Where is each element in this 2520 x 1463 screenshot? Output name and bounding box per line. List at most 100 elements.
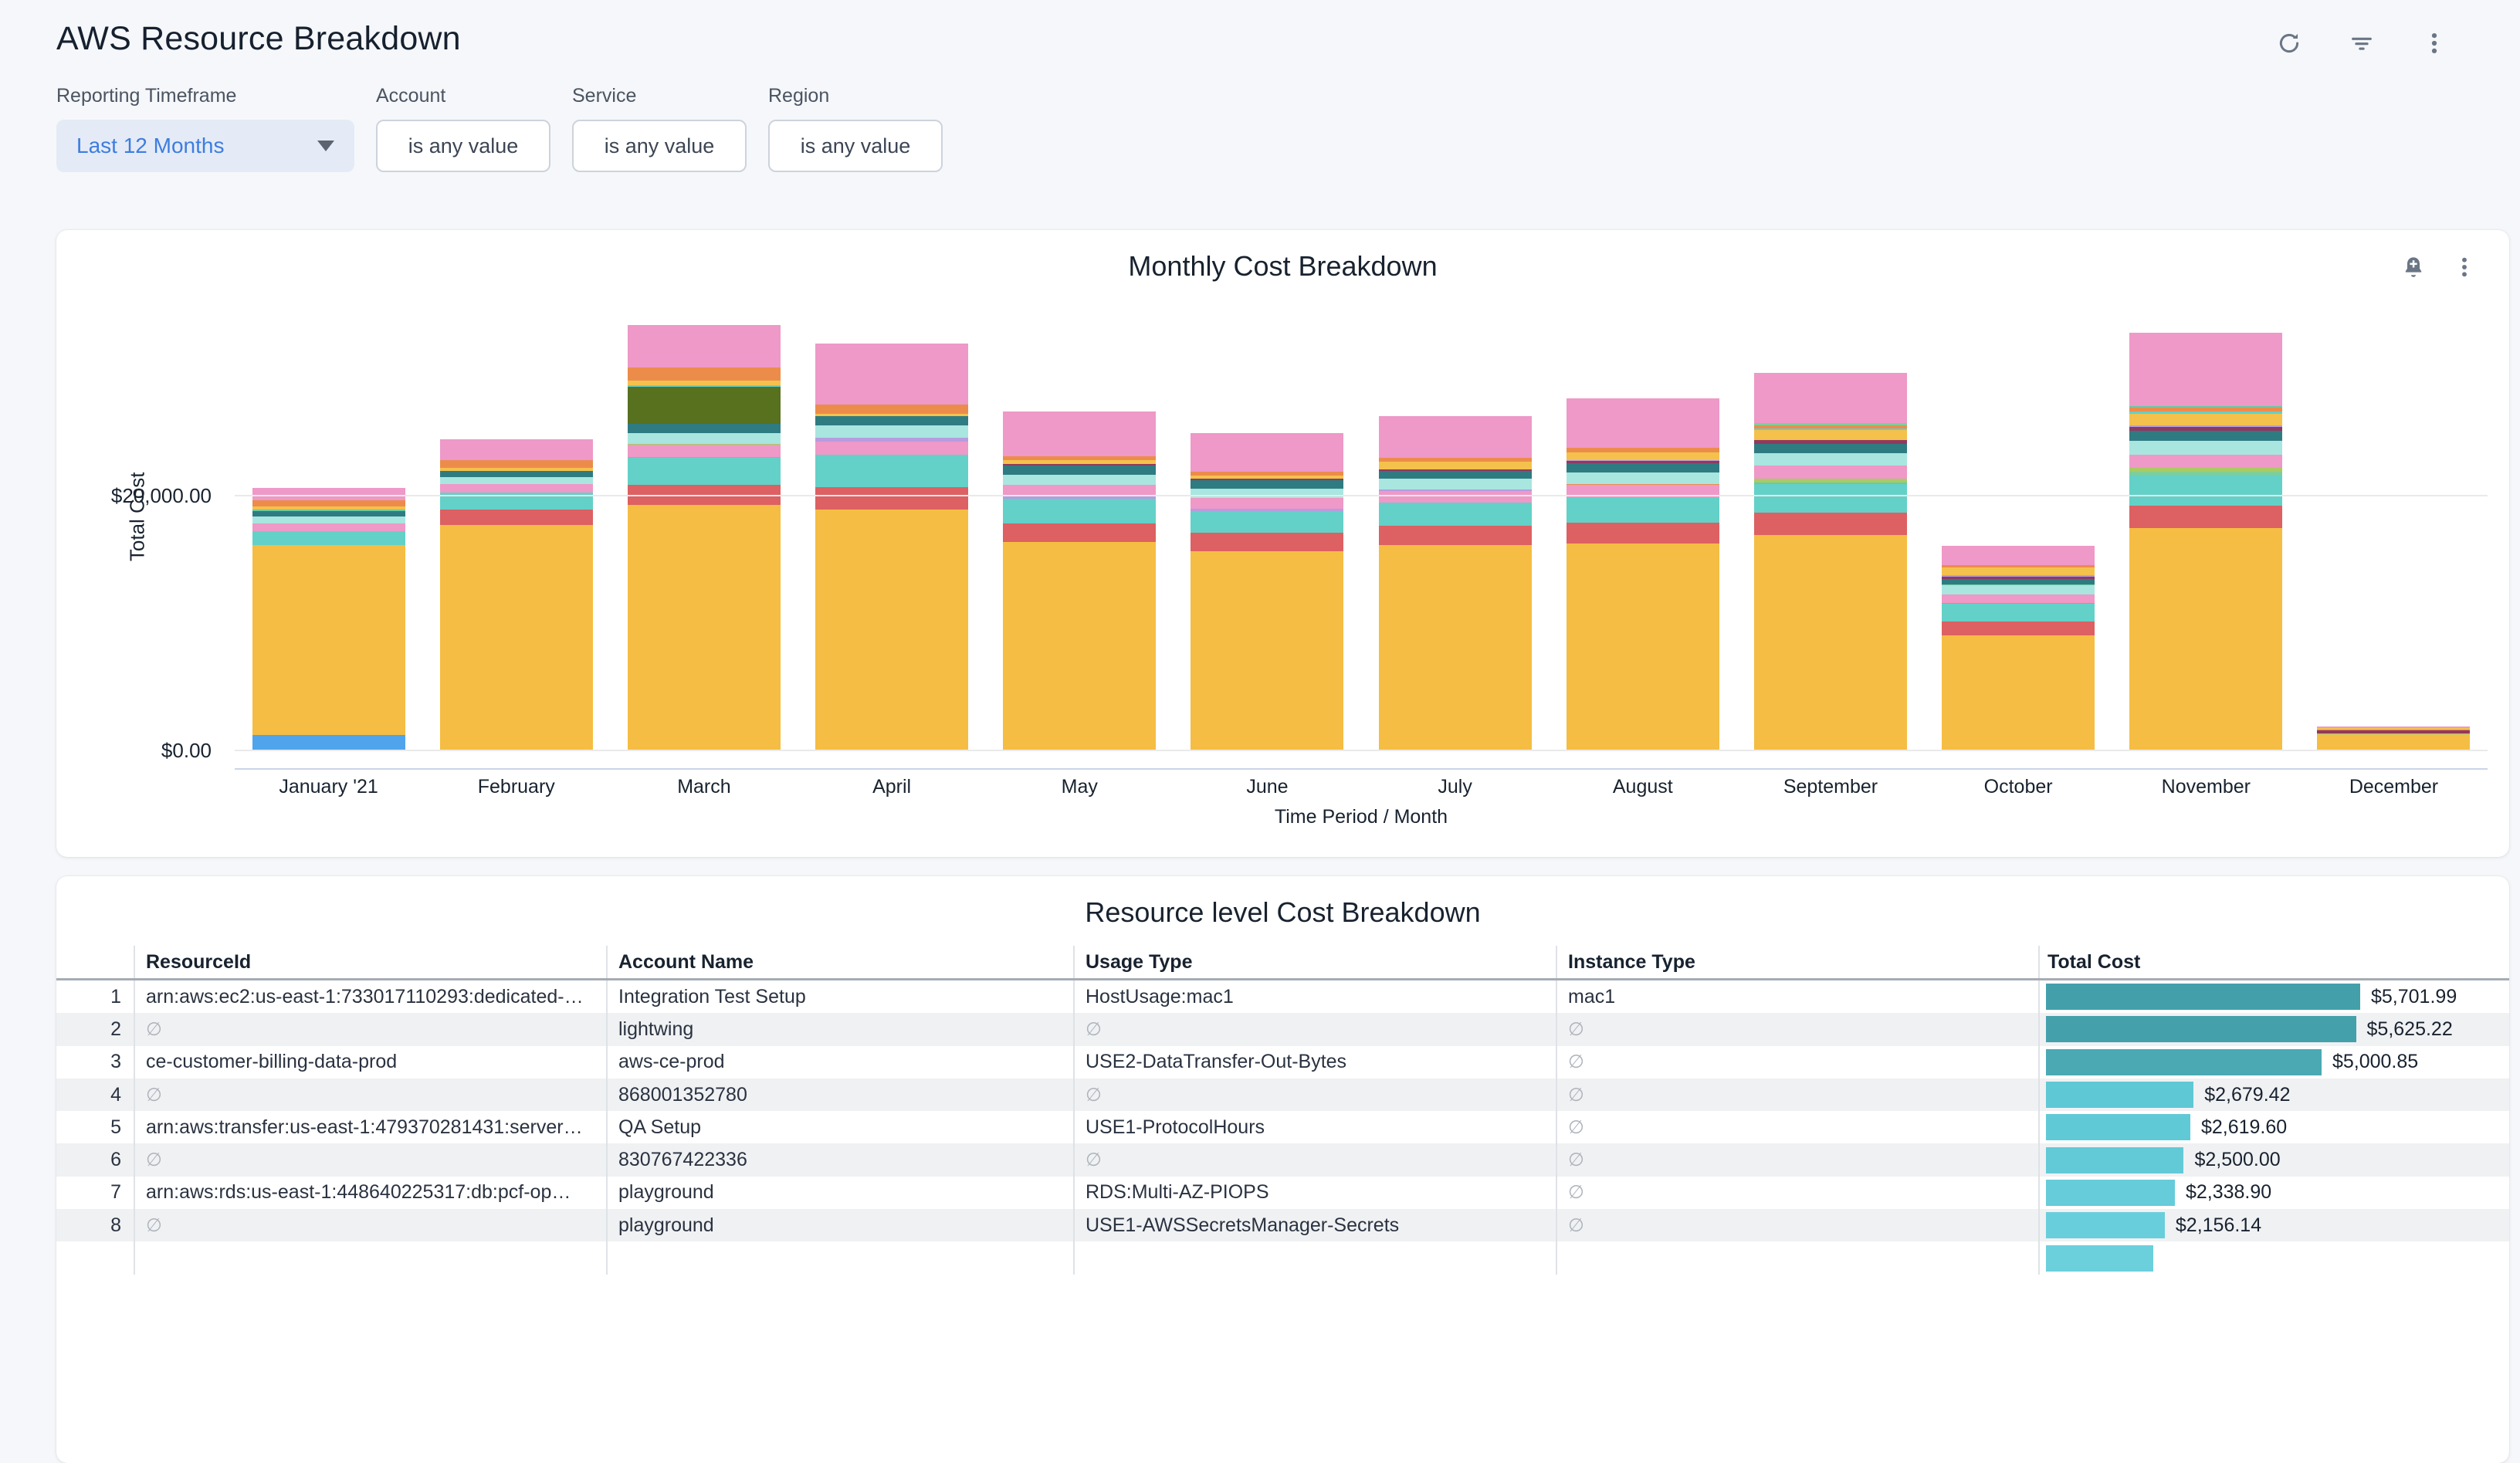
bar-segment[interactable] bbox=[1379, 479, 1532, 489]
bar-segment[interactable] bbox=[628, 458, 781, 485]
bar-segment[interactable] bbox=[1379, 491, 1532, 503]
table-row[interactable] bbox=[56, 1241, 2509, 1274]
bar-segment[interactable] bbox=[628, 325, 781, 367]
refresh-icon[interactable] bbox=[2274, 28, 2305, 59]
bar-segment[interactable] bbox=[1003, 475, 1156, 485]
bar-segment[interactable] bbox=[1754, 430, 1907, 440]
bar-segment[interactable] bbox=[252, 488, 405, 500]
bar-segment[interactable] bbox=[1942, 546, 2095, 564]
bar-segment[interactable] bbox=[1191, 551, 1343, 750]
bar-segment[interactable] bbox=[815, 510, 968, 750]
bar-segment[interactable] bbox=[1379, 462, 1532, 469]
bar-segment[interactable] bbox=[815, 405, 968, 414]
bar-segment[interactable] bbox=[1942, 579, 2095, 584]
bar-segment[interactable] bbox=[252, 511, 405, 516]
filter-icon[interactable] bbox=[2346, 28, 2377, 59]
bar-segment[interactable] bbox=[252, 516, 405, 523]
bar-segment[interactable] bbox=[1942, 621, 2095, 635]
stacked-bar-october[interactable] bbox=[1942, 546, 2095, 751]
stacked-bar-september[interactable] bbox=[1754, 373, 1907, 751]
table-row[interactable]: 4∅868001352780∅∅$2,679.42 bbox=[56, 1079, 2509, 1111]
bar-segment[interactable] bbox=[440, 471, 593, 477]
bar-segment[interactable] bbox=[1379, 526, 1532, 545]
filter-value-service[interactable]: is any value bbox=[572, 120, 747, 172]
bar-segment[interactable] bbox=[1754, 444, 1907, 453]
table-row[interactable]: 3ce-customer-billing-data-prodaws-ce-pro… bbox=[56, 1046, 2509, 1079]
bar-segment[interactable] bbox=[628, 505, 781, 750]
bar-segment[interactable] bbox=[1379, 545, 1532, 750]
bar-segment[interactable] bbox=[440, 477, 593, 483]
bar-segment[interactable] bbox=[252, 523, 405, 532]
kebab-menu-icon[interactable] bbox=[2419, 28, 2450, 59]
table-row[interactable]: 2∅lightwing∅∅$5,625.22 bbox=[56, 1013, 2509, 1045]
table-row[interactable]: 8∅playgroundUSE1-AWSSecretsManager-Secre… bbox=[56, 1209, 2509, 1241]
col-header-usage-type[interactable]: Usage Type bbox=[1073, 946, 1556, 978]
filter-value-region[interactable]: is any value bbox=[768, 120, 943, 172]
bar-segment[interactable] bbox=[1379, 471, 1532, 479]
bar-segment[interactable] bbox=[2129, 414, 2282, 425]
stacked-bar-august[interactable] bbox=[1567, 398, 1719, 751]
col-header-resource-id[interactable]: ResourceId bbox=[134, 946, 606, 978]
table-row[interactable]: 5arn:aws:transfer:us-east-1:479370281431… bbox=[56, 1111, 2509, 1143]
bar-segment[interactable] bbox=[1942, 585, 2095, 594]
bar-segment[interactable] bbox=[1003, 466, 1156, 475]
bar-segment[interactable] bbox=[628, 424, 781, 432]
bar-segment[interactable] bbox=[1942, 594, 2095, 604]
filter-value-account[interactable]: is any value bbox=[376, 120, 550, 172]
bar-segment[interactable] bbox=[440, 439, 593, 460]
bar-segment[interactable] bbox=[815, 425, 968, 439]
bar-segment[interactable] bbox=[1754, 373, 1907, 423]
bar-segment[interactable] bbox=[1003, 411, 1156, 456]
bar-segment[interactable] bbox=[1567, 452, 1719, 460]
bar-segment[interactable] bbox=[1567, 497, 1719, 523]
bar-segment[interactable] bbox=[440, 484, 593, 493]
bar-segment[interactable] bbox=[1942, 604, 2095, 621]
bar-segment[interactable] bbox=[252, 531, 405, 545]
table-row[interactable]: 7arn:aws:rds:us-east-1:448640225317:db:p… bbox=[56, 1177, 2509, 1209]
bar-segment[interactable] bbox=[628, 387, 781, 425]
bar-segment[interactable] bbox=[252, 500, 405, 506]
bar-segment[interactable] bbox=[1567, 472, 1719, 484]
bar-segment[interactable] bbox=[2129, 455, 2282, 468]
bar-segment[interactable] bbox=[1754, 466, 1907, 479]
bar-segment[interactable] bbox=[1754, 484, 1907, 513]
bar-segment[interactable] bbox=[1379, 503, 1532, 526]
stacked-bar-april[interactable] bbox=[815, 344, 968, 751]
bar-segment[interactable] bbox=[2129, 475, 2282, 506]
alert-bell-plus-icon[interactable] bbox=[2400, 253, 2427, 281]
bar-segment[interactable] bbox=[2129, 441, 2282, 455]
bar-segment[interactable] bbox=[1379, 416, 1532, 458]
bar-segment[interactable] bbox=[628, 445, 781, 457]
bar-segment[interactable] bbox=[1942, 567, 2095, 575]
col-header-instance-type[interactable]: Instance Type bbox=[1556, 946, 2038, 978]
stacked-bar-may[interactable] bbox=[1003, 411, 1156, 751]
bar-segment[interactable] bbox=[1567, 544, 1719, 750]
bar-segment[interactable] bbox=[1942, 635, 2095, 750]
bar-segment[interactable] bbox=[1191, 533, 1343, 551]
stacked-bar-july[interactable] bbox=[1379, 416, 1532, 751]
bar-segment[interactable] bbox=[1191, 480, 1343, 488]
bar-segment[interactable] bbox=[440, 525, 593, 750]
table-row[interactable]: 1arn:aws:ec2:us-east-1:733017110293:dedi… bbox=[56, 980, 2509, 1013]
bar-segment[interactable] bbox=[2129, 528, 2282, 750]
bar-segment[interactable] bbox=[1567, 523, 1719, 544]
bar-segment[interactable] bbox=[2129, 431, 2282, 441]
bar-segment[interactable] bbox=[1003, 523, 1156, 543]
col-header-account-name[interactable]: Account Name bbox=[606, 946, 1073, 978]
bar-segment[interactable] bbox=[252, 735, 405, 750]
chart-kebab-menu-icon[interactable] bbox=[2451, 253, 2478, 281]
bar-segment[interactable] bbox=[2129, 506, 2282, 529]
bar-segment[interactable] bbox=[1003, 542, 1156, 750]
stacked-bar-february[interactable] bbox=[440, 439, 593, 751]
bar-segment[interactable] bbox=[2129, 333, 2282, 406]
col-header-total-cost[interactable]: Total Cost bbox=[2038, 946, 2509, 978]
bar-segment[interactable] bbox=[440, 460, 593, 468]
stacked-bar-january-21[interactable] bbox=[252, 488, 405, 751]
timeframe-select[interactable]: Last 12 Months bbox=[56, 120, 354, 172]
stacked-bar-december[interactable] bbox=[2317, 726, 2470, 751]
bar-segment[interactable] bbox=[440, 510, 593, 525]
bar-segment[interactable] bbox=[1567, 463, 1719, 472]
bar-segment[interactable] bbox=[815, 344, 968, 405]
stacked-bar-march[interactable] bbox=[628, 325, 781, 751]
bar-segment[interactable] bbox=[1567, 398, 1719, 448]
